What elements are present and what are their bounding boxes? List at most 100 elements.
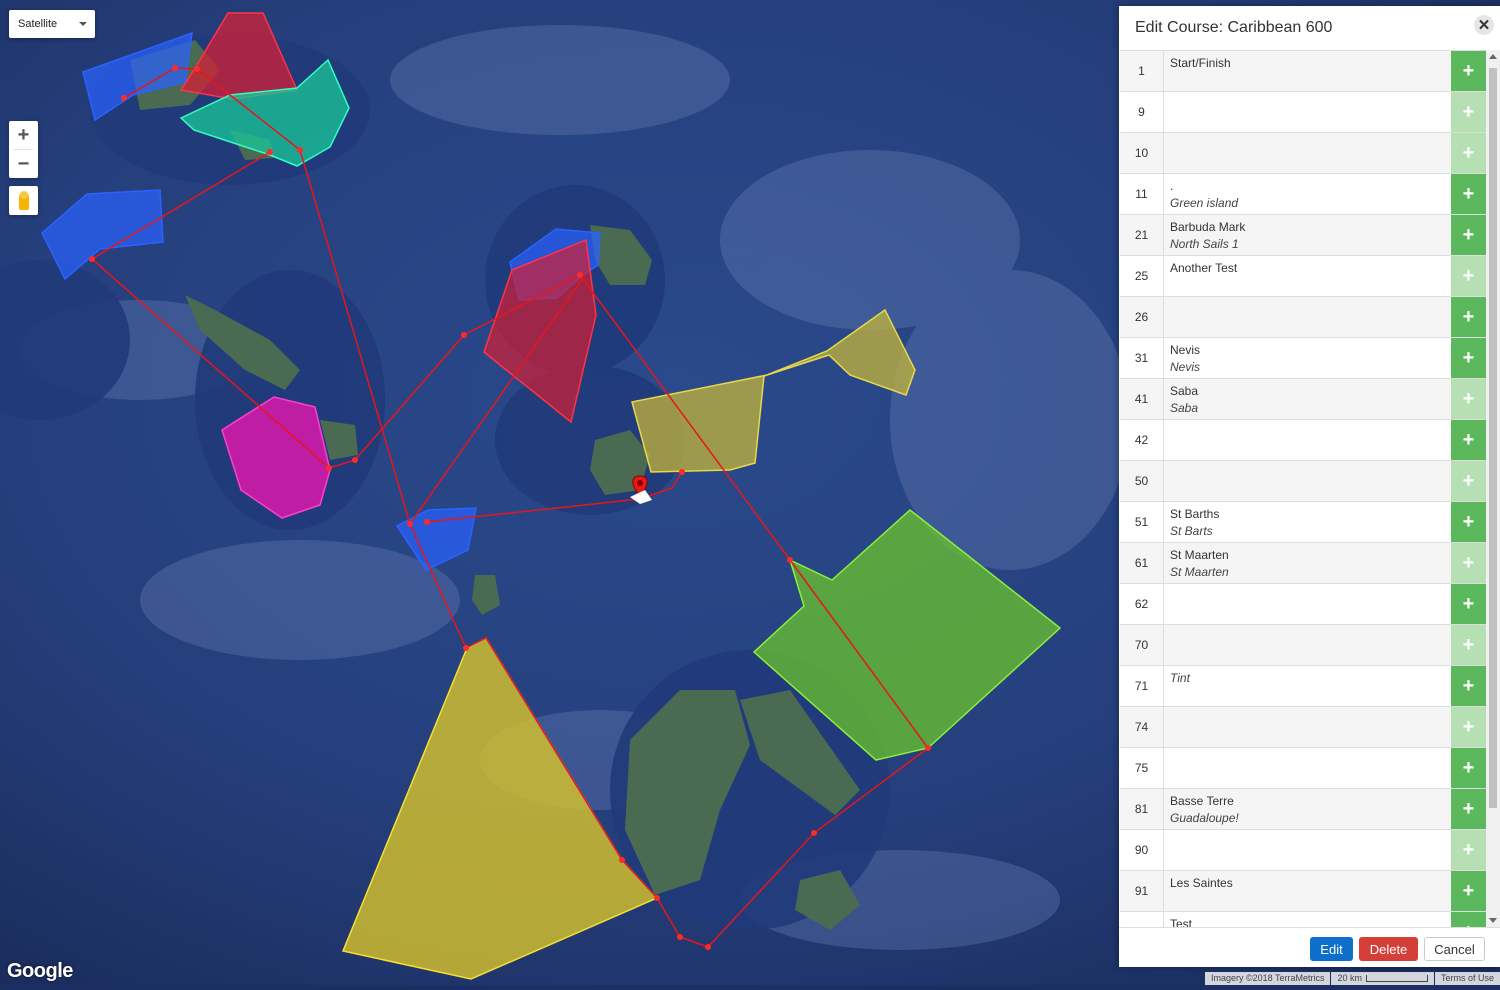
mark-row[interactable]: 70 + [1120,625,1486,666]
mark-row[interactable]: 1 Start/Finish + [1120,51,1486,92]
add-mark-button[interactable]: + [1451,871,1486,911]
marks-list-rows: 1 Start/Finish +9 +10 +11. Green island +21 Bar… [1120,51,1486,928]
mark-details: St Barths St Barts [1164,502,1451,542]
add-mark-button[interactable]: + [1451,51,1486,91]
edit-button[interactable]: Edit [1310,937,1353,961]
marks-list[interactable]: 1 Start/Finish +9 +10 +11. Green island +21 Bar… [1120,50,1500,928]
mark-row[interactable]: 74 + [1120,707,1486,748]
mark-number: 62 [1120,584,1164,624]
mark-description: Saba [1170,401,1199,415]
mark-details [1164,461,1451,501]
mark-name: Saba [1170,384,1199,398]
map-attribution: Imagery ©2018 TerraMetrics 20 km Terms o… [1204,972,1500,985]
add-mark-button[interactable]: + [1451,338,1486,378]
mark-details: . Green island [1164,174,1451,214]
google-logo: Google [7,960,73,982]
mark-row[interactable]: 9 + [1120,92,1486,133]
mark-row[interactable]: 91 Les Saintes + [1120,871,1486,912]
mark-row[interactable]: 50 + [1120,461,1486,502]
add-mark-button[interactable]: + [1451,92,1486,132]
cancel-button[interactable]: Cancel [1424,937,1485,961]
mark-row[interactable]: 11. Green island + [1120,174,1486,215]
mark-number: 41 [1120,379,1164,419]
mark-details [1164,707,1451,747]
street-view-pegman-button[interactable] [9,186,38,215]
add-mark-button[interactable]: + [1451,297,1486,337]
add-mark-button[interactable]: + [1451,543,1486,583]
mark-row[interactable]: 92Test+ [1120,912,1486,928]
mark-description: Nevis [1170,360,1201,374]
add-mark-button[interactable]: + [1451,379,1486,419]
mark-details [1164,830,1451,870]
scroll-up-icon[interactable] [1489,54,1497,59]
mark-row[interactable]: 51 St Barths St Barts + [1120,502,1486,543]
add-mark-button[interactable]: + [1451,625,1486,665]
delete-button[interactable]: Delete [1359,937,1418,961]
mark-description: North Sails 1 [1170,237,1239,251]
mark-details: Tint [1164,666,1451,706]
add-mark-button[interactable]: + [1451,461,1486,501]
mark-details [1164,297,1451,337]
mark-number: 26 [1120,297,1164,337]
mark-details: Nevis Nevis [1164,338,1451,378]
add-mark-button[interactable]: + [1451,748,1486,788]
mark-description: Tint [1170,671,1190,685]
scroll-down-icon[interactable] [1489,918,1497,923]
mark-row[interactable]: 90 + [1120,830,1486,871]
mark-details [1164,92,1451,132]
add-mark-button[interactable]: + [1451,707,1486,747]
mark-row[interactable]: 62 + [1120,584,1486,625]
mark-name: Barbuda Mark [1170,220,1246,234]
mark-row[interactable]: 25 Another Test + [1120,256,1486,297]
mark-description: Guadaloupe! [1170,811,1239,825]
mark-row[interactable]: 21 Barbuda Mark North Sails 1 + [1120,215,1486,256]
add-mark-button[interactable]: + [1451,584,1486,624]
mark-description: Green island [1170,196,1239,210]
mark-description: St Maarten [1170,565,1229,579]
mark-row[interactable]: 41 Saba Saba + [1120,379,1486,420]
mark-number: 71 [1120,666,1164,706]
add-mark-button[interactable]: + [1451,830,1486,870]
mark-row[interactable]: 71 Tint + [1120,666,1486,707]
mark-name: Another Test [1170,261,1238,275]
list-scrollbar[interactable] [1486,50,1500,927]
add-mark-button[interactable]: + [1451,502,1486,542]
mark-number: 90 [1120,830,1164,870]
add-mark-button[interactable]: + [1451,174,1486,214]
add-mark-button[interactable]: + [1451,666,1486,706]
mark-name: Nevis [1170,343,1201,357]
zoom-in-button[interactable]: + [9,121,38,149]
mark-number: 61 [1120,543,1164,583]
add-mark-button[interactable]: + [1451,133,1486,173]
mark-details: Basse Terre Guadaloupe! [1164,789,1451,829]
scrollbar-thumb[interactable] [1489,68,1497,808]
mark-details [1164,133,1451,173]
add-mark-button[interactable]: + [1451,256,1486,296]
edit-course-panel: Edit Course: Caribbean 600 ✕ 1 Start/Fini… [1119,6,1500,967]
mark-row[interactable]: 26 + [1120,297,1486,338]
map-type-dropdown[interactable]: Satellite [9,10,95,38]
mark-row[interactable]: 61 St Maarten St Maarten + [1120,543,1486,584]
mark-details: Saba Saba [1164,379,1451,419]
zoom-out-button[interactable]: − [9,150,38,178]
mark-details [1164,584,1451,624]
mark-name: Les Saintes [1170,876,1233,890]
mark-row[interactable]: 10 + [1120,133,1486,174]
add-mark-button[interactable]: + [1451,215,1486,255]
mark-name: Start/Finish [1170,56,1231,70]
mark-details: Another Test [1164,256,1451,296]
mark-row[interactable]: 81 Basse Terre Guadaloupe! + [1120,789,1486,830]
add-mark-button[interactable]: + [1451,420,1486,460]
mark-number: 1 [1120,51,1164,91]
mark-row[interactable]: 42 + [1120,420,1486,461]
close-icon[interactable]: ✕ [1474,15,1494,35]
terms-link[interactable]: Terms of Use [1434,972,1500,985]
add-mark-button[interactable]: + [1451,789,1486,829]
add-mark-button[interactable]: + [1451,912,1486,928]
mark-details: Start/Finish [1164,51,1451,91]
scale-bar[interactable]: 20 km [1331,972,1434,985]
mark-number: 91 [1120,871,1164,911]
mark-row[interactable]: 75 + [1120,748,1486,789]
mark-row[interactable]: 31 Nevis Nevis + [1120,338,1486,379]
mark-number: 42 [1120,420,1164,460]
